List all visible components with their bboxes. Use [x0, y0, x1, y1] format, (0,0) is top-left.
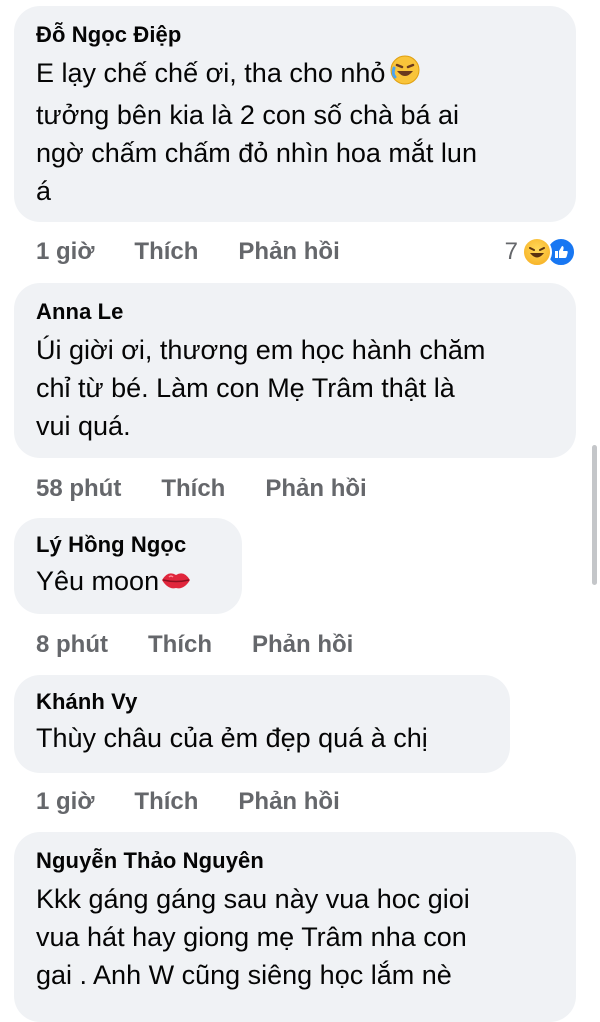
- comment-text-line: vui quá.: [36, 411, 131, 441]
- comment-text-line: Thùy châu của ẻm đẹp quá à chị: [36, 723, 428, 753]
- comment-bubble: Lý Hồng Ngọc Yêu moon: [14, 518, 242, 614]
- comment-text-line: Yêu moon: [36, 566, 160, 596]
- reply-button[interactable]: Phản hồi: [238, 788, 339, 816]
- rofl-emoji: [389, 54, 421, 96]
- comment-actions: 8 phút Thích Phản hồi: [36, 628, 353, 662]
- comment-author[interactable]: Nguyễn Thảo Nguyên: [36, 848, 554, 874]
- comment-text-line: E lạy chế chế ơi, tha cho nhỏ: [36, 58, 386, 89]
- reaction-summary[interactable]: 7: [505, 235, 576, 269]
- comment-author[interactable]: Khánh Vy: [36, 689, 488, 715]
- comment-author[interactable]: Đỗ Ngọc Điệp: [36, 22, 554, 48]
- comment-timestamp[interactable]: 8 phút: [36, 631, 108, 659]
- comment-text-line: ngờ chấm chấm đỏ nhìn hoa mắt lun: [36, 138, 477, 168]
- comment-bubble: Nguyễn Thảo Nguyên Kkk gáng gáng sau này…: [14, 832, 576, 1022]
- comment-text: Úi giời ơi, thương em học hành chăm chỉ …: [36, 331, 554, 445]
- reply-button[interactable]: Phản hồi: [238, 238, 339, 266]
- reply-button[interactable]: Phản hồi: [265, 475, 366, 503]
- comment-text: Yêu moon: [36, 562, 220, 602]
- reply-button[interactable]: Phản hồi: [252, 631, 353, 659]
- comment-text: E lạy chế chế ơi, tha cho nhỏ tưởng bên …: [36, 54, 554, 210]
- comment-text-line: vua hát hay giong mẹ Trâm nha con: [36, 922, 467, 952]
- comment-text-line: Úi giời ơi, thương em học hành chăm: [36, 335, 486, 365]
- haha-reaction-icon: [522, 237, 552, 267]
- comment-text: Kkk gáng gáng sau này vua hoc gioi vua h…: [36, 880, 554, 994]
- reaction-icons: [522, 237, 576, 267]
- comment-text-line: chỉ từ bé. Làm con Mẹ Trâm thật là: [36, 373, 455, 403]
- comment-author[interactable]: Lý Hồng Ngọc: [36, 532, 220, 558]
- scrollbar-thumb[interactable]: [592, 445, 597, 585]
- comment-timestamp[interactable]: 1 giờ: [36, 788, 94, 816]
- comment-timestamp[interactable]: 1 giờ: [36, 238, 94, 266]
- comment-text-line: tưởng bên kia là 2 con số chà bá ai: [36, 100, 460, 130]
- comment-text-line: gai . Anh W cũng siêng học lắm nè: [36, 960, 452, 990]
- comment-bubble: Anna Le Úi giời ơi, thương em học hành c…: [14, 283, 576, 458]
- comment-bubble: Đỗ Ngọc Điệp E lạy chế chế ơi, tha cho n…: [14, 6, 576, 222]
- comment-bubble: Khánh Vy Thùy châu của ẻm đẹp quá à chị: [14, 675, 510, 773]
- reaction-count: 7: [504, 238, 518, 265]
- comment-actions: 1 giờ Thích Phản hồi: [36, 785, 340, 819]
- kiss-lips-emoji: [160, 564, 192, 602]
- comment-actions: 58 phút Thích Phản hồi: [36, 472, 367, 506]
- comment-text: Thùy châu của ẻm đẹp quá à chị: [36, 719, 488, 757]
- comment-text-line: Kkk gáng gáng sau này vua hoc gioi: [36, 884, 470, 914]
- like-button[interactable]: Thích: [161, 475, 225, 503]
- like-button[interactable]: Thích: [134, 238, 198, 266]
- comment-timestamp[interactable]: 58 phút: [36, 475, 121, 503]
- like-button[interactable]: Thích: [148, 631, 212, 659]
- comment-actions: 1 giờ Thích Phản hồi: [36, 235, 340, 269]
- comment-text-line: á: [36, 176, 52, 206]
- comment-author[interactable]: Anna Le: [36, 299, 554, 325]
- like-button[interactable]: Thích: [134, 788, 198, 816]
